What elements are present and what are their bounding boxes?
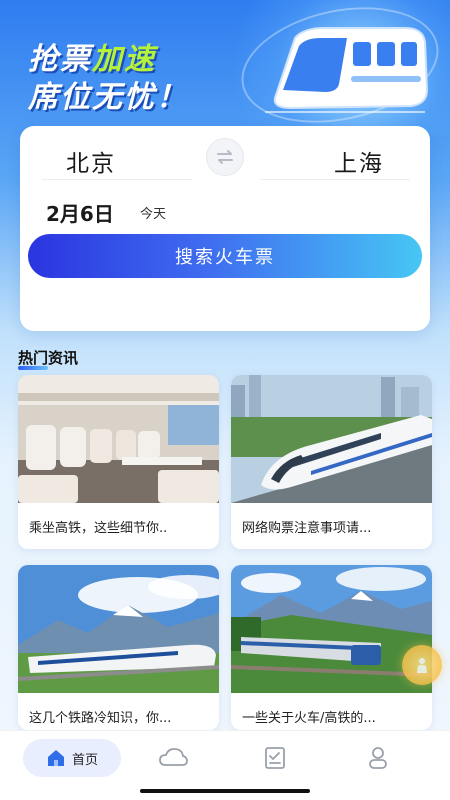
news-card[interactable]: 一些关于火车/高铁的... bbox=[231, 565, 432, 730]
home-indicator bbox=[140, 789, 310, 793]
tab-orders[interactable] bbox=[254, 739, 296, 777]
tab-weather[interactable] bbox=[152, 739, 194, 777]
train-illustration bbox=[265, 27, 429, 113]
checklist-icon bbox=[265, 747, 285, 769]
date-note: 今天 bbox=[140, 207, 167, 222]
search-tickets-button[interactable]: 搜索火车票 bbox=[28, 234, 422, 278]
home-icon bbox=[47, 750, 64, 766]
news-card[interactable]: 乘坐高铁，这些细节你.. bbox=[18, 375, 219, 549]
train-valley-image bbox=[231, 565, 432, 693]
departure-date[interactable]: 2月6日 bbox=[46, 198, 114, 227]
news-card[interactable]: 网络购票注意事项请... bbox=[231, 375, 432, 549]
swap-cities-button[interactable] bbox=[206, 138, 244, 176]
news-caption: 一些关于火车/高铁的... bbox=[242, 711, 376, 726]
section-title-underline bbox=[18, 366, 48, 370]
ticket-search-card: 北京 上海 2月6日 今天 搜索火车票 bbox=[20, 126, 430, 331]
tab-home[interactable]: 首页 bbox=[23, 739, 121, 777]
news-card[interactable]: 这几个铁路冷知识，你... bbox=[18, 565, 219, 730]
news-caption: 乘坐高铁，这些细节你.. bbox=[29, 521, 168, 536]
train-interior-image bbox=[18, 375, 219, 503]
user-icon bbox=[369, 747, 387, 769]
news-section-title: 热门资讯 bbox=[18, 349, 79, 367]
promo-banner: 抢票加速 席位无忧！ bbox=[0, 0, 450, 135]
tab-profile[interactable] bbox=[357, 739, 399, 777]
bullet-train-mountain-image bbox=[18, 565, 219, 693]
swap-icon bbox=[217, 150, 233, 164]
arrival-city[interactable]: 上海 bbox=[334, 144, 384, 178]
divider bbox=[42, 179, 192, 180]
departure-city[interactable]: 北京 bbox=[66, 144, 116, 178]
slogan-line-2: 席位无忧！ bbox=[28, 80, 188, 115]
cloud-icon bbox=[159, 748, 188, 766]
tab-home-label: 首页 bbox=[71, 752, 98, 768]
high-speed-train-image bbox=[231, 375, 432, 503]
floating-assistant-button[interactable] bbox=[402, 645, 442, 685]
news-caption: 这几个铁路冷知识，你... bbox=[29, 711, 172, 726]
person-icon bbox=[417, 658, 427, 673]
divider bbox=[260, 179, 410, 180]
news-caption: 网络购票注意事项请... bbox=[242, 521, 372, 536]
